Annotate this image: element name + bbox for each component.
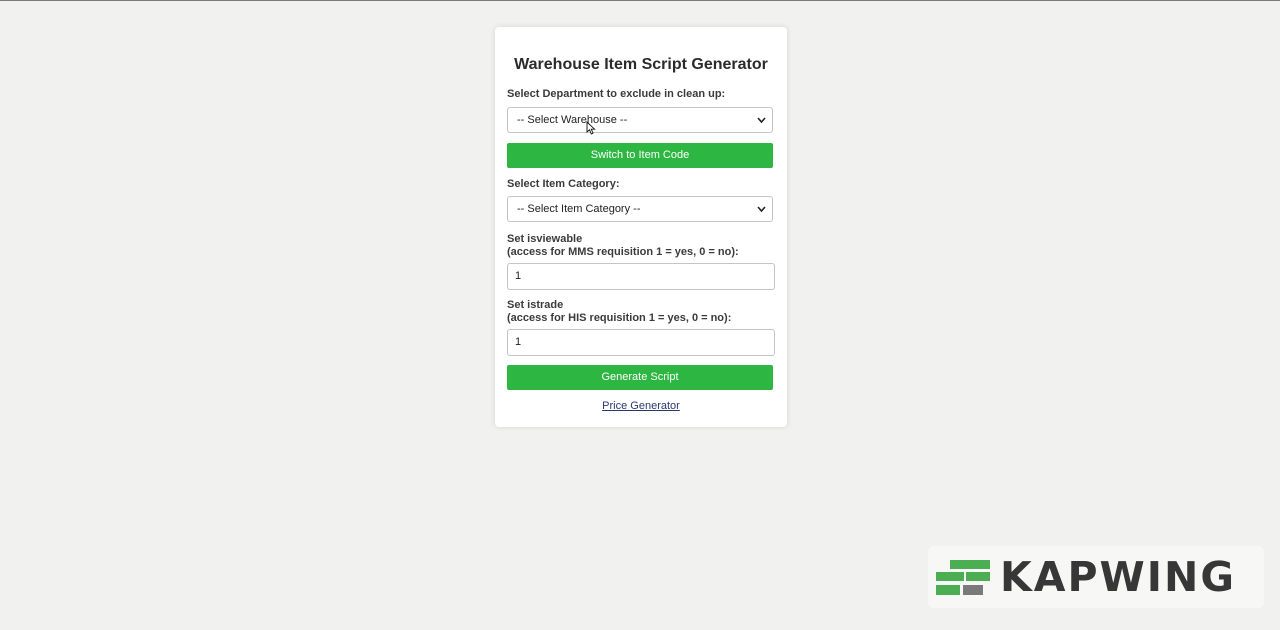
warehouse-select[interactable]: -- Select Warehouse -- xyxy=(507,107,773,133)
istrade-label-hint: (access for HIS requisition 1 = yes, 0 =… xyxy=(507,312,732,324)
script-generator-card: Warehouse Item Script Generator Select D… xyxy=(495,27,787,427)
item-category-select[interactable]: -- Select Item Category -- xyxy=(507,196,773,222)
item-category-select-value: -- Select Item Category -- xyxy=(517,203,641,215)
kapwing-logo-icon xyxy=(936,558,994,598)
price-generator-link[interactable]: Price Generator xyxy=(495,400,787,412)
istrade-input[interactable]: 1 xyxy=(507,329,775,356)
kapwing-watermark: KAPWING xyxy=(928,546,1264,608)
isviewable-label-hint: (access for MMS requisition 1 = yes, 0 =… xyxy=(507,246,739,258)
page-title: Warehouse Item Script Generator xyxy=(514,56,768,73)
switch-to-item-code-button[interactable]: Switch to Item Code xyxy=(507,143,773,168)
isviewable-input[interactable]: 1 xyxy=(507,263,775,290)
istrade-label: Set istrade (access for HIS requisition … xyxy=(507,299,731,325)
chevron-down-icon xyxy=(757,198,766,229)
isviewable-label: Set isviewable (access for MMS requisiti… xyxy=(507,233,739,259)
category-label: Select Item Category: xyxy=(507,178,620,190)
generate-script-button[interactable]: Generate Script xyxy=(507,365,773,390)
top-divider xyxy=(0,0,1280,1)
department-label: Select Department to exclude in clean up… xyxy=(507,88,726,100)
kapwing-wordmark: KAPWING xyxy=(1000,553,1236,601)
warehouse-select-value: -- Select Warehouse -- xyxy=(517,114,628,126)
istrade-label-title: Set istrade xyxy=(507,299,564,311)
mouse-cursor-icon xyxy=(586,120,596,135)
isviewable-label-title: Set isviewable xyxy=(507,233,583,245)
chevron-down-icon xyxy=(757,109,766,140)
